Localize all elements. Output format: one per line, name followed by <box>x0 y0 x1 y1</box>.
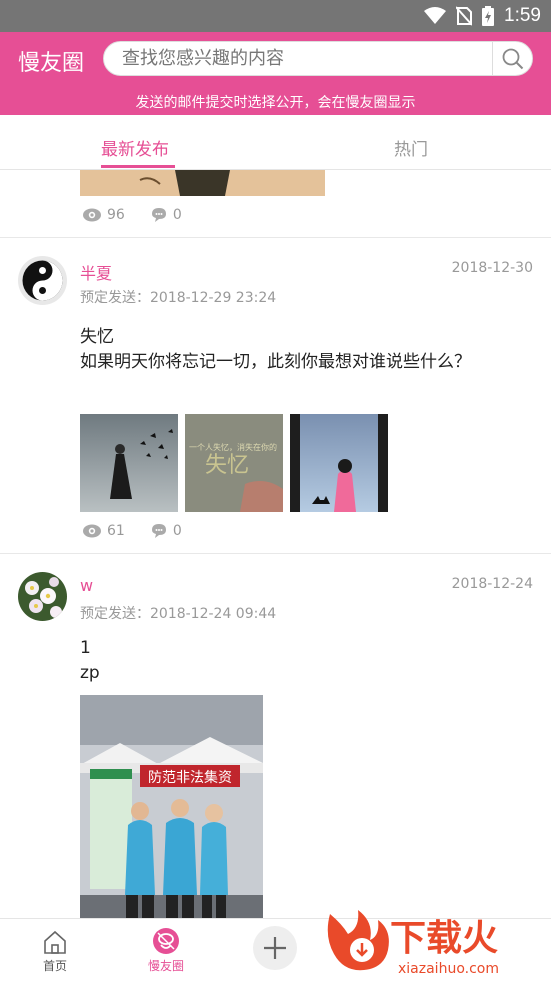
views-count: 61 <box>107 523 125 539</box>
home-icon <box>44 930 66 954</box>
watermark-logo: 下载火 xiazaihuo.com <box>320 900 551 979</box>
status-time: 1:59 <box>504 5 541 26</box>
plus-icon <box>253 926 297 970</box>
nav-home-label: 首页 <box>42 959 67 973</box>
active-tab-indicator <box>101 165 175 168</box>
avatar[interactable] <box>18 572 67 621</box>
search-input[interactable] <box>122 42 482 75</box>
comment-icon <box>151 208 166 222</box>
feed-post[interactable]: w 2018-12-24 预定发送：2018-12-24 09:44 1 zp … <box>0 554 551 918</box>
girl-butterflies-image <box>80 414 178 512</box>
nav-friends-circle-label: 慢友圈 <box>147 959 184 973</box>
post-content-line: zp <box>80 663 100 683</box>
views-stat: 96 <box>83 207 125 223</box>
tab-bar: 最新发布 热门 <box>0 115 551 170</box>
post-content-line: 如果明天你将忘记一切，此刻你最想对谁说些什么？ <box>80 352 471 372</box>
status-bar: 1:59 <box>0 0 551 32</box>
post-thumbnail[interactable] <box>80 414 178 512</box>
comments-count: 0 <box>172 523 182 539</box>
wifi-icon <box>424 7 447 24</box>
post-photo[interactable]: 防范非法集资 <box>80 695 263 918</box>
feed-post[interactable]: 96 0 <box>0 170 551 238</box>
comments-stat[interactable]: 0 <box>151 207 182 223</box>
flowers-avatar-icon <box>18 572 67 621</box>
post-username[interactable]: 半夏 <box>80 260 112 284</box>
app-header: 慢友圈 发送的邮件提交时选择公开，会在慢友圈显示 <box>0 32 551 115</box>
nav-friends-circle[interactable]: 慢友圈 <box>126 919 206 980</box>
tab-latest[interactable]: 最新发布 <box>101 135 169 160</box>
watermark-title: 下载火 <box>390 918 498 959</box>
search-button[interactable] <box>492 42 532 75</box>
scheduled-send-time: 预定发送：2018-12-24 09:44 <box>80 606 277 622</box>
status-icons: 1:59 <box>424 5 541 27</box>
search-box[interactable] <box>103 41 533 76</box>
post-date: 2018-12-30 <box>451 260 533 276</box>
shiyi-text-image: 失忆 一个人失忆，消失在你的 <box>185 414 283 512</box>
app-title: 慢友圈 <box>18 51 85 76</box>
post-thumbnail[interactable]: 失忆 一个人失忆，消失在你的 <box>185 414 283 512</box>
avatar[interactable] <box>18 256 67 305</box>
views-count: 96 <box>107 207 125 223</box>
yin-yang-avatar-icon <box>18 256 67 305</box>
girl-cat-image <box>290 414 388 512</box>
friends-circle-icon <box>153 928 179 954</box>
comments-stat[interactable]: 0 <box>151 523 182 539</box>
post-image[interactable] <box>80 170 325 196</box>
comment-icon <box>151 524 166 538</box>
post-stats: 61 0 <box>83 523 208 539</box>
post-content-line: 失忆 <box>80 327 114 347</box>
post-image-art <box>139 170 230 196</box>
feed-post[interactable]: 半夏 2018-12-30 预定发送：2018-12-29 23:24 失忆 如… <box>0 238 551 553</box>
post-username[interactable]: w <box>80 576 93 595</box>
banner-text: 防范非法集资 <box>148 769 232 786</box>
nav-add-button[interactable] <box>236 919 316 980</box>
post-date: 2018-12-24 <box>451 576 533 592</box>
post-content-line: 1 <box>80 638 91 658</box>
feed[interactable]: 96 0 半夏 2018-12-30 预定发送：2018-12-29 23:24… <box>0 170 551 918</box>
search-icon <box>502 48 523 69</box>
watermark-url: xiazaihuo.com <box>398 961 499 977</box>
thumb-title: 失忆 <box>205 453 249 478</box>
eye-icon <box>83 208 101 222</box>
tab-hot[interactable]: 热门 <box>394 135 428 160</box>
no-sim-icon <box>456 6 473 26</box>
watermark-graphic: 下载火 xiazaihuo.com <box>327 910 499 977</box>
scheduled-send-time: 预定发送：2018-12-29 23:24 <box>80 290 277 306</box>
post-stats: 96 0 <box>83 207 208 223</box>
battery-icon <box>482 6 495 26</box>
views-stat: 61 <box>83 523 125 539</box>
eye-icon <box>83 524 101 538</box>
group-photo-image: 防范非法集资 <box>80 695 263 918</box>
header-notice: 发送的邮件提交时选择公开，会在慢友圈显示 <box>135 95 416 111</box>
post-thumbnail[interactable] <box>290 414 388 512</box>
comments-count: 0 <box>172 207 182 223</box>
thumb-subtitle: 一个人失忆，消失在你的 <box>189 442 277 452</box>
nav-home[interactable]: 首页 <box>15 919 95 980</box>
